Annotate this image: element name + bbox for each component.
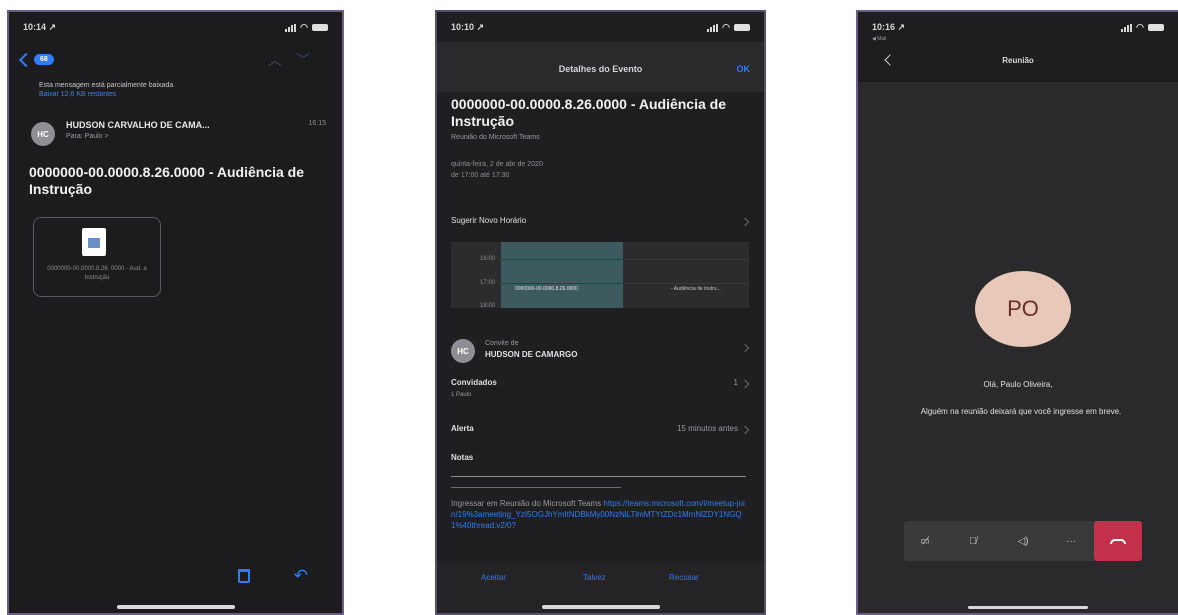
chevron-right-icon (740, 217, 750, 227)
signal-icon (285, 23, 297, 32)
event-subtitle: Reunião do Microsoft Teams (451, 134, 540, 141)
timeline-event-block (501, 242, 623, 308)
guests-count: 1 (733, 378, 738, 387)
organizer-avatar: HC (451, 339, 475, 363)
timeline-gridline (499, 259, 749, 260)
hang-up-icon (1110, 538, 1126, 544)
notes-text: Ingressar em Reunião do Microsoft Teams … (451, 498, 749, 531)
chevron-right-icon (740, 379, 750, 389)
document-icon (82, 228, 106, 256)
notes-label: Notas (451, 453, 474, 462)
organizer-name[interactable]: HUDSON DE CAMARGO (485, 350, 577, 359)
message-nav: ︿﹀ (268, 50, 324, 70)
timeline-gridline (499, 283, 749, 284)
alert-row[interactable]: Alerta (451, 424, 474, 433)
status-time: 10:10 ↗ (451, 22, 485, 32)
chevron-right-icon (740, 343, 750, 353)
chevron-up-icon[interactable]: ︿ (268, 52, 296, 68)
maybe-button[interactable]: Talvez (583, 573, 606, 582)
speaker-icon[interactable]: ◁) (1002, 521, 1044, 561)
lobby-message: Alguém na reunião deixará que você ingre… (920, 407, 1122, 416)
decline-button[interactable]: Recusar (669, 573, 699, 582)
ok-button[interactable]: OK (737, 64, 751, 74)
status-bar: 10:14 ↗ ◠ (23, 22, 328, 36)
event-title: 0000000-00.0000.8.26.0000 - Audiência de… (451, 96, 726, 129)
status-icons: ◠ (707, 22, 750, 33)
download-remaining-link[interactable]: Baixar 12,6 KB restantes (39, 91, 116, 98)
wifi-icon: ◠ (1136, 22, 1144, 32)
wifi-icon: ◠ (300, 22, 308, 32)
attachment-name: 0000000-00.0000.8.26. 0000 - Aud. a Inst… (47, 266, 147, 281)
event-details-screen: 10:10 ↗ ◠ Detalhes do Evento OK 0000000-… (435, 10, 766, 615)
unread-count-badge: 68 (34, 54, 54, 65)
call-controls: ▭̸ 🎙̸ ◁) ··· (904, 521, 1142, 561)
meeting-lobby-screen: 10:16 ↗ ◠ ◀ Mail Reunião PO Olá, Paulo O… (856, 10, 1178, 615)
partial-download-notice: Esta mensagem está parcialmente baixada (39, 82, 174, 89)
signal-icon (707, 23, 719, 32)
divider (451, 476, 746, 477)
sender-avatar: HC (31, 122, 55, 146)
chevron-down-icon[interactable]: ﹀ (296, 52, 324, 68)
mic-off-icon[interactable]: 🎙̸ (952, 521, 994, 561)
organizer-caption: Convite de (485, 340, 519, 347)
camera-off-icon[interactable]: ▭̸ (904, 521, 946, 561)
status-icons: ◠ (285, 22, 328, 33)
invite-attachment[interactable]: 0000000-00.0000.8.26. 0000 - Aud. a Inst… (33, 217, 161, 297)
trash-icon[interactable] (238, 569, 250, 583)
signal-icon (1121, 23, 1133, 32)
suggest-new-time-row[interactable]: Sugerir Novo Horário (451, 216, 526, 225)
guest-name: 1 Paulo (451, 392, 472, 398)
mail-screen: 10:14 ↗ ◠ 68 ︿﹀ Esta mensagem está parci… (7, 10, 344, 615)
event-date-day: quinta-feira, 2 de abr de 2020 (451, 161, 543, 168)
notes-prefix: Ingressar em Reunião do Microsoft Teams (451, 499, 604, 508)
timeline-hour: 18:00 (479, 303, 495, 309)
page-title: Reunião (1002, 56, 1034, 65)
status-icons: ◠ (1121, 22, 1164, 33)
timeline-hour: 17:00 (479, 280, 495, 286)
message-subject: 0000000-00.0000.8.26.0000 - Audiência de… (29, 164, 304, 197)
recipient-line[interactable]: Para: Paulo > (66, 133, 109, 140)
status-bar: 10:16 ↗ ◠ (872, 22, 1164, 36)
alert-value: 15 minutos antes (677, 424, 738, 433)
back-button[interactable]: 68 (18, 52, 54, 67)
hang-up-button[interactable] (1094, 521, 1142, 561)
battery-icon (1148, 24, 1164, 31)
chevron-left-icon (18, 52, 34, 67)
guests-row[interactable]: Convidados (451, 378, 497, 387)
accept-button[interactable]: Aceitar (481, 573, 506, 582)
home-indicator (116, 605, 235, 609)
more-icon[interactable]: ··· (1050, 521, 1092, 561)
battery-icon (312, 24, 328, 31)
timeline-event-label-overflow: - Audiência de Instru... (671, 286, 721, 292)
timeline-hour: 16:00 (479, 256, 495, 262)
status-bar: 10:10 ↗ ◠ (451, 22, 750, 36)
battery-icon (734, 24, 750, 31)
status-time: 10:16 ↗ (872, 22, 906, 32)
chevron-right-icon (740, 425, 750, 435)
greeting-text: Olá, Paulo Oliveira, (983, 380, 1053, 389)
wifi-icon: ◠ (722, 22, 730, 32)
timeline-event-label: 0000000-00.0000.8.26.0000 (515, 286, 578, 292)
sender-name[interactable]: HUDSON CARVALHO DE CAMA... (66, 120, 210, 130)
user-avatar: PO (975, 271, 1071, 347)
day-timeline: 16:00 17:00 18:00 0000000-00.0000.8.26.0… (451, 242, 749, 309)
page-title: Detalhes do Evento (558, 64, 643, 74)
home-indicator (541, 605, 660, 609)
return-to-app-label[interactable]: ◀ Mail (872, 36, 886, 42)
divider (451, 487, 621, 488)
reply-icon[interactable]: ↶ (294, 566, 308, 586)
home-indicator (968, 606, 1088, 609)
event-date-time: de 17:00 até 17:30 (451, 172, 510, 179)
event-date: quinta-feira, 2 de abr de 2020 de 17:00 … (451, 159, 543, 181)
message-time: 16:15 (308, 120, 326, 127)
status-time: 10:14 ↗ (23, 22, 57, 32)
